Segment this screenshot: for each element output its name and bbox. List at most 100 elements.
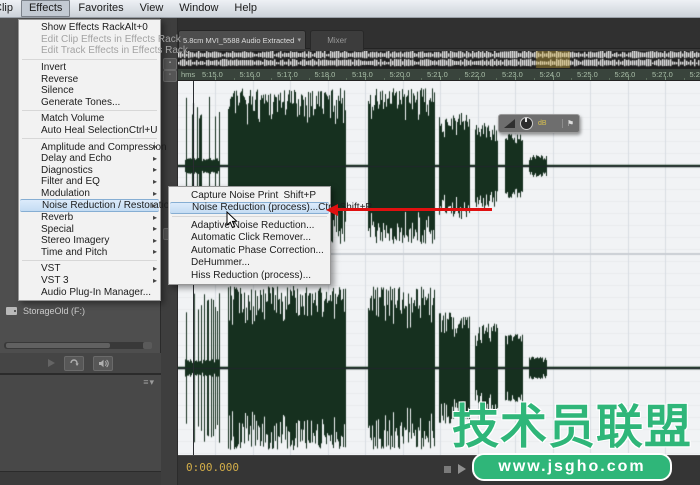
- gain-hud[interactable]: dB ⚑: [498, 114, 580, 133]
- mixer-tab[interactable]: Mixer: [310, 30, 364, 50]
- ruler-tick: [365, 76, 366, 80]
- menu-item-dehummer[interactable]: DeHummer...: [169, 257, 330, 270]
- menu-item-delay-and-echo[interactable]: Delay and Echo ▸: [19, 153, 160, 165]
- menu-item-special[interactable]: Special ▸: [19, 223, 160, 235]
- menu-view[interactable]: View: [132, 0, 172, 17]
- menu-item-automatic-click-remover[interactable]: Automatic Click Remover...: [169, 232, 330, 245]
- menu-item-label: Reverb: [41, 212, 74, 224]
- menu-item-show-effects-rack[interactable]: Show Effects Rack Alt+0: [19, 22, 160, 34]
- menu-separator: [22, 260, 157, 262]
- ruler-tick-label: 5:16.0: [239, 70, 261, 79]
- menu-item-label: Audio Plug-In Manager...: [41, 286, 152, 298]
- menu-item-label: Adaptive Noise Reduction...: [191, 219, 315, 231]
- noise-reduction-submenu: Capture Noise Print Shift+P Noise Reductio…: [168, 186, 372, 285]
- left-panel-footer: [0, 472, 161, 485]
- timeline-ruler[interactable]: hms 5:15.0 5:16.0 5:17.0 5:18.0 5:19.0 5:20.0 5…: [178, 68, 700, 81]
- menu-separator: [22, 110, 157, 112]
- menu-item-time-and-pitch[interactable]: Time and Pitch ▸: [19, 247, 160, 259]
- speaker-icon: [98, 359, 109, 367]
- menu-window[interactable]: Window: [171, 0, 226, 17]
- ruler-tick: [327, 76, 329, 80]
- ruler-minor-tick: [496, 78, 498, 80]
- tool-button-1[interactable]: ▪: [163, 58, 177, 70]
- menu-item-reverb[interactable]: Reverb ▸: [19, 212, 160, 224]
- watermark-url: www.jsgho.com: [472, 453, 672, 481]
- drive-label: StorageOld (F:): [23, 306, 86, 316]
- menu-item-modulation[interactable]: Modulation ▸: [19, 188, 160, 200]
- fade-icon[interactable]: [504, 119, 515, 128]
- ruler-tick: [552, 76, 554, 80]
- submenu-arrow-icon: ▸: [152, 263, 157, 273]
- files-horizontal-scrollbar[interactable]: [4, 342, 152, 349]
- ruler-format-label: hms: [181, 70, 196, 79]
- panel-menu-icon[interactable]: ≡▾: [143, 377, 155, 388]
- menu-item-vst-3[interactable]: VST 3 ▸: [19, 275, 160, 287]
- menu-item-silence[interactable]: Silence: [19, 85, 160, 97]
- ruler-tick: [515, 76, 516, 80]
- waveform-overview-navigator[interactable]: [178, 51, 700, 68]
- tool-button-2[interactable]: ▫: [163, 70, 177, 82]
- play-icon[interactable]: [48, 359, 55, 367]
- menu-item-vst[interactable]: VST ▸: [19, 263, 160, 275]
- ruler-tick: [290, 76, 291, 80]
- ruler-tick: [627, 76, 629, 80]
- menu-item-shortcut: Ctrl+U: [128, 125, 158, 137]
- menu-item-match-volume[interactable]: Match Volume: [19, 113, 160, 125]
- menu-clip[interactable]: Clip: [0, 0, 21, 17]
- menu-item-shortcut: Alt+0: [124, 22, 148, 34]
- menu-item-label: Amplitude and Compression: [41, 141, 167, 153]
- menu-item-label: Noise Reduction (process)...: [192, 202, 319, 214]
- menu-item-label: VST 3: [41, 275, 69, 287]
- menu-item-label: Auto Heal Selection: [41, 125, 129, 137]
- auto-play-button[interactable]: [93, 355, 113, 371]
- menu-item-label: VST: [41, 263, 61, 275]
- menu-item-capture-noise-print[interactable]: Capture Noise Print Shift+P: [169, 189, 330, 202]
- effects-menu: Show Effects Rack Alt+0 Edit Clip Effects …: [18, 19, 188, 301]
- tab-dropdown-icon[interactable]: ▾: [297, 36, 301, 44]
- ruler-tick: [215, 76, 216, 80]
- menu-item-label: Stereo Imagery: [41, 235, 110, 247]
- ruler-tick-label: 5:22.0: [464, 70, 486, 79]
- menu-item-automatic-phase-correction[interactable]: Automatic Phase Correction...: [169, 244, 330, 257]
- menu-item-adaptive-noise-reduction[interactable]: Adaptive Noise Reduction...: [169, 219, 330, 232]
- menu-favorites[interactable]: Favorites: [70, 0, 131, 17]
- menu-item-noise-reduction-restoration[interactable]: Noise Reduction / Restoration ▸: [20, 199, 175, 212]
- menu-item-generate-tones[interactable]: Generate Tones...: [19, 97, 160, 109]
- menu-item-auto-heal-selection[interactable]: Auto Heal Selection Ctrl+U: [19, 125, 160, 137]
- ruler-minor-tick: [233, 78, 235, 80]
- menu-item-invert[interactable]: Invert: [19, 62, 160, 74]
- hud-flag-icon[interactable]: ⚑: [561, 119, 574, 128]
- menu-effects[interactable]: Effects: [20, 0, 71, 17]
- menu-item-label: Diagnostics: [41, 164, 93, 176]
- drive-icon: [6, 307, 17, 315]
- ruler-tick-label: 5:27.0: [652, 70, 673, 79]
- ruler-minor-tick: [383, 78, 385, 80]
- ruler-minor-tick: [533, 78, 535, 80]
- loop-icon: [69, 358, 79, 366]
- ruler-tick-label: 5:21.0: [427, 70, 448, 79]
- menu-item-edit-clip-effects-in-effects-rack: Edit Clip Effects in Effects Rack: [19, 34, 181, 46]
- ruler-tick: [252, 76, 254, 80]
- menu-item-filter-and-eq[interactable]: Filter and EQ ▸: [19, 176, 160, 188]
- menu-item-label: Modulation: [41, 188, 90, 200]
- menu-item-reverse[interactable]: Reverse: [19, 73, 160, 85]
- editor-tab-bar: 5.8cm MVI_5588 Audio Extracted_4.wav ▾ M…: [178, 18, 700, 50]
- menu-item-diagnostics[interactable]: Diagnostics ▸: [19, 165, 160, 177]
- stop-icon[interactable]: [444, 465, 451, 473]
- menu-help[interactable]: Help: [226, 0, 265, 17]
- watermark: 技术员联盟 www.jsgho.com: [452, 404, 692, 481]
- menu-separator: [22, 138, 157, 140]
- menu-item-stereo-imagery[interactable]: Stereo Imagery ▸: [19, 235, 160, 247]
- scrollbar-end-button[interactable]: [143, 342, 152, 349]
- ruler-tick-label: 5:15.0: [202, 70, 223, 79]
- menu-item-hiss-reduction-process[interactable]: Hiss Reduction (process)...: [169, 269, 330, 282]
- ruler-tick: [402, 76, 404, 80]
- menu-item-amplitude-and-compression[interactable]: Amplitude and Compression ▸: [19, 141, 167, 153]
- file-tab[interactable]: 5.8cm MVI_5588 Audio Extracted_4.wav ▾: [178, 30, 306, 49]
- gain-knob[interactable]: [520, 117, 533, 130]
- scrollbar-thumb[interactable]: [6, 343, 110, 348]
- loop-playback-button[interactable]: [64, 355, 84, 371]
- menu-item-audio-plug-in-manager[interactable]: Audio Plug-In Manager...: [19, 286, 160, 298]
- menu-item-noise-reduction-process[interactable]: Noise Reduction (process)...Ctrl+Shift+P: [170, 201, 372, 214]
- files-panel-drive-row[interactable]: StorageOld (F:): [6, 306, 85, 316]
